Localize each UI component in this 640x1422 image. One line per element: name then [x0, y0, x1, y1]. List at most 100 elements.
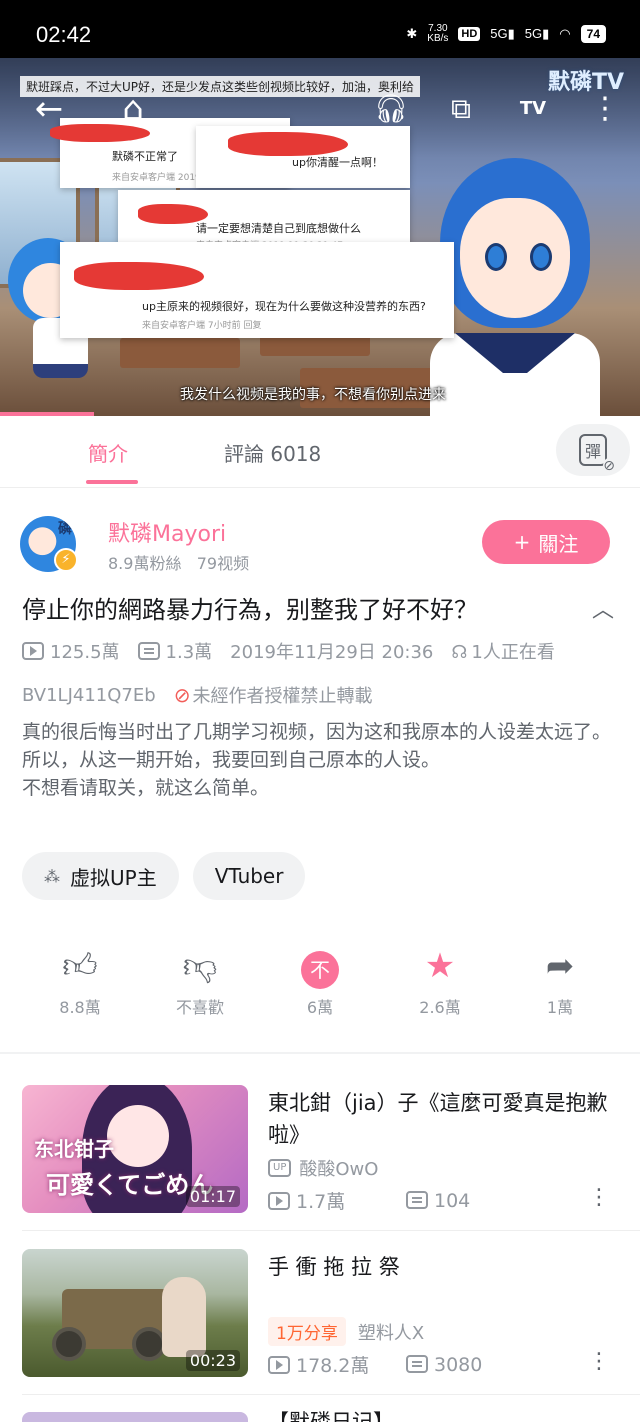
overlay-comment-meta: 来自安卓客户端 7小时前 回复: [142, 321, 262, 331]
danmaku-icon: [406, 1190, 428, 1209]
list-divider: [22, 1394, 640, 1395]
follow-button[interactable]: + 關注: [482, 520, 610, 564]
status-time: 02:42: [36, 22, 92, 47]
play-icon: [22, 642, 44, 660]
overlay-comment-text: up主原来的视频很好，现在为什么要做这种没营养的东西?: [142, 300, 426, 313]
redaction-mark: [74, 262, 204, 290]
overlay-comment-card: up主原来的视频很好，现在为什么要做这种没营养的东西? 来自安卓客户端 7小时前…: [60, 242, 454, 338]
coin-count: 6萬: [306, 998, 334, 1017]
view-count-value: 125.5萬: [50, 642, 120, 663]
dislike-label: 不喜歡: [175, 998, 224, 1017]
overlay-comment-banner: 默班踩点，不过大UP好，还是少发点这类些创视频比较好，加油，奥利给: [20, 76, 421, 97]
background-desk: [120, 338, 240, 368]
status-icons: ✱ 7.30 KB/s HD 5G▮ 5G▮ ◠ 74: [406, 24, 606, 44]
list-divider: [22, 1230, 640, 1231]
bv-id[interactable]: BV1LJ411Q7Eb: [22, 685, 156, 706]
tab-comments[interactable]: 評論 6018: [224, 438, 321, 467]
active-tab-indicator: [86, 480, 138, 484]
like-button[interactable]: 👍︎ 8.8萬: [30, 944, 130, 1018]
danmaku-toggle-button[interactable]: 彈: [556, 424, 630, 476]
more-vertical-icon[interactable]: ⋮: [588, 1349, 610, 1374]
list-item[interactable]: 00:23 手 衝 拖 拉 祭 1万分享 塑料人X 178.2萬 3080 ⋮: [0, 1249, 640, 1397]
uploader-stats: 8.9萬粉絲 79视频: [108, 550, 249, 574]
overlay-comment-meta: 来自安卓客户端 2019-: [112, 173, 205, 183]
overlay-comment-text: up你清醒一点啊！: [292, 156, 383, 169]
coin-button[interactable]: 不 6萬: [270, 944, 370, 1018]
cast-tv-icon[interactable]: TV: [512, 88, 554, 130]
battery-indicator: 74: [580, 25, 606, 43]
video-id-row: BV1LJ411Q7Eb ⊘ 未經作者授權禁止轉載: [22, 682, 372, 708]
overlay-comment-text: 默磷不正常了: [112, 150, 178, 163]
plus-icon: +: [513, 530, 531, 554]
video-player[interactable]: 默班踩点，不过大UP好，还是少发点这类些创视频比较好，加油，奥利给 默磷不正常了…: [0, 58, 640, 416]
pip-icon[interactable]: ⧉: [440, 88, 482, 130]
video-description: 真的很后悔当时出了几期学习视频，因为这和我原本的人设差太远了。 所以，从这一期开…: [22, 718, 622, 802]
people-icon: ☊: [451, 642, 468, 663]
video-thumbnail[interactable]: 东北钳子 可愛くてごめん 01:17: [22, 1085, 248, 1213]
like-count: 8.8萬: [59, 998, 101, 1017]
more-vertical-icon[interactable]: ⋮: [588, 1185, 610, 1210]
share-button[interactable]: ➦ 1萬: [510, 944, 610, 1018]
character-face: [460, 198, 570, 318]
rec-stats: 178.2萬 3080: [268, 1351, 482, 1378]
forbidden-icon: ⊘: [173, 683, 191, 707]
character-eye: [530, 243, 552, 271]
thumbs-up-icon: 👍︎: [62, 946, 98, 986]
hd-badge: HD: [458, 27, 481, 41]
dislike-button[interactable]: 👎︎ 不喜歡: [150, 944, 250, 1018]
wifi-icon: ◠: [559, 26, 571, 41]
tab-intro[interactable]: 簡介: [88, 438, 128, 467]
thumbnail-art: [162, 1277, 206, 1357]
video-thumbnail[interactable]: 00:23: [22, 1249, 248, 1377]
no-repost-notice: ⊘ 未經作者授權禁止轉載: [174, 682, 373, 708]
thumbnail-art: [132, 1327, 166, 1361]
sim2-label: 5G: [524, 26, 543, 41]
status-bar: 02:42 ✱ 7.30 KB/s HD 5G▮ 5G▮ ◠ 74: [0, 0, 640, 58]
net-speed: 7.30 KB/s: [427, 24, 448, 44]
uploader-name[interactable]: 默磷Mayori: [108, 516, 226, 548]
rec-danmaku-value: 3080: [434, 1353, 483, 1376]
rec-title[interactable]: 手 衝 拖 拉 祭: [268, 1251, 620, 1283]
section-divider: [0, 1052, 640, 1054]
redaction-mark: [228, 132, 348, 156]
partial-thumbnail[interactable]: [22, 1412, 248, 1422]
rec-views: 1.7萬: [268, 1187, 406, 1214]
video-count: 79视频: [196, 554, 250, 573]
avatar-char: 磷: [58, 521, 72, 537]
action-bar: 👍︎ 8.8萬 👎︎ 不喜歡 不 6萬 ★ 2.6萬 ➦ 1萬: [0, 944, 640, 1034]
overlay-comment-card: up你清醒一点啊！: [196, 126, 410, 188]
fan-count: 8.9萬粉絲: [108, 554, 182, 573]
chevron-up-icon[interactable]: ︿: [592, 592, 614, 624]
video-duration: 00:23: [185, 1350, 240, 1371]
rec-title[interactable]: 東北鉗（jia）子《這麼可愛真是抱歉啦》: [268, 1087, 620, 1151]
list-item[interactable]: 东北钳子 可愛くてごめん 01:17 東北鉗（jia）子《這麼可愛真是抱歉啦》 …: [0, 1085, 640, 1233]
star-icon: ★: [424, 946, 456, 986]
tag-virtual-up[interactable]: ⁂ 虚拟UP主: [22, 852, 179, 900]
rec-views-value: 1.7萬: [296, 1191, 346, 1213]
signal-sim2: 5G▮: [524, 26, 550, 41]
tag-list: ⁂ 虚拟UP主 VTuber: [22, 852, 306, 900]
rec-views: 178.2萬: [268, 1351, 406, 1378]
partial-title[interactable]: 【默磷日记】: [268, 1406, 394, 1422]
tag-vtuber[interactable]: VTuber: [192, 852, 306, 900]
thumbnail-text: 东北钳子: [34, 1137, 114, 1161]
tag-label: 虚拟UP主: [70, 865, 157, 890]
favorite-count: 2.6萬: [419, 998, 461, 1017]
bluetooth-icon: ✱: [406, 26, 418, 41]
play-icon: [268, 1356, 290, 1374]
thumbnail-art: [52, 1327, 86, 1361]
video-duration: 01:17: [185, 1186, 240, 1207]
overlay-comment-text: 请一定要想清楚自己到底想做什么: [196, 222, 361, 235]
sim1-label: 5G: [490, 26, 508, 41]
home-icon[interactable]: ⌂: [112, 88, 154, 130]
rec-uploader: 1万分享 塑料人X: [268, 1317, 424, 1346]
watching-now: ☊ 1人正在看: [451, 638, 554, 664]
tag-label: VTuber: [214, 864, 284, 888]
favorite-button[interactable]: ★ 2.6萬: [390, 944, 490, 1018]
detail-tabs: 簡介 評論 6018 彈: [0, 416, 640, 488]
listen-icon[interactable]: 🎧︎: [370, 88, 412, 130]
more-vertical-icon[interactable]: ⋮: [584, 88, 626, 130]
overlay-comment-card: 请一定要想清楚自己到底想做什么 来自安卓客户端 2019-11-30 21:47: [118, 190, 410, 251]
back-icon[interactable]: ←: [28, 88, 70, 130]
character-eye: [485, 243, 507, 271]
